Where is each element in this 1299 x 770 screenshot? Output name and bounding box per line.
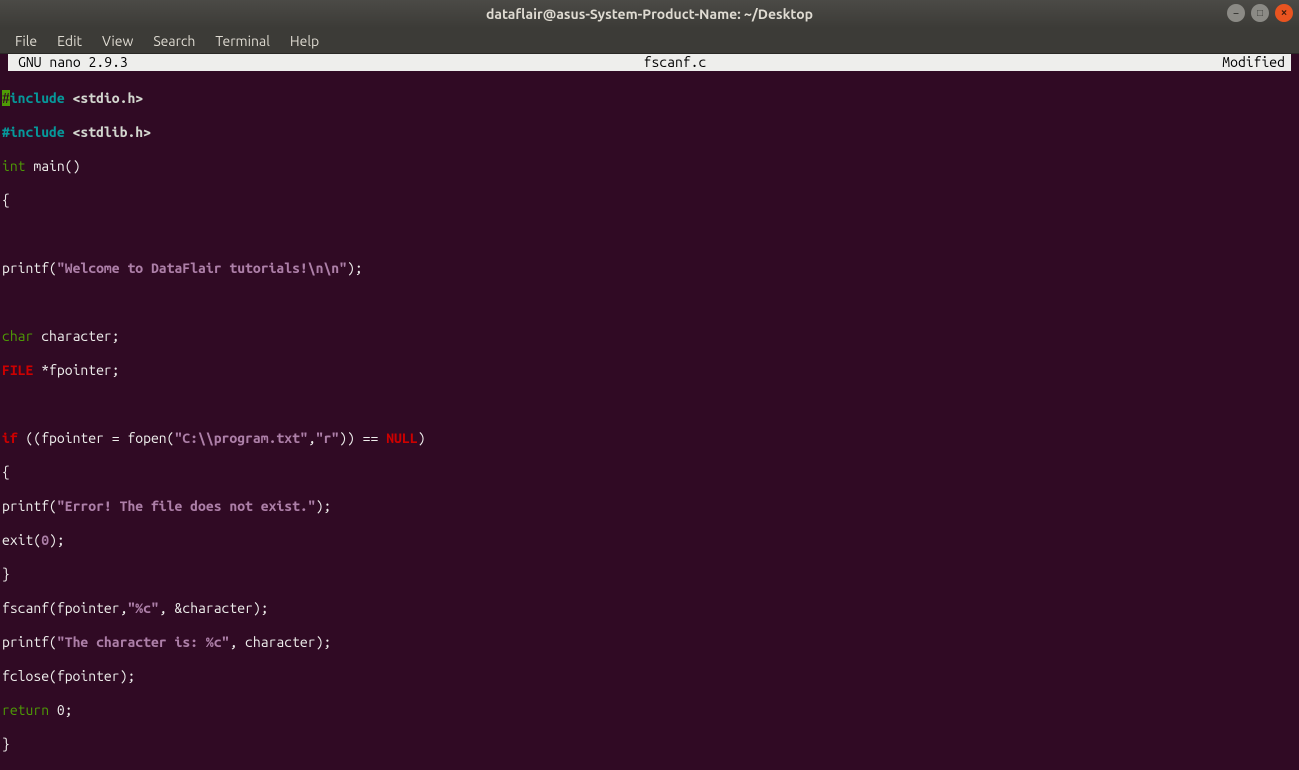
code-line: exit(0); [2,532,1297,549]
maximize-button[interactable]: □ [1251,4,1269,22]
code-line: char character; [2,328,1297,345]
window-titlebar: dataflair@asus-System-Product-Name: ~/De… [0,0,1299,28]
code-line: int main() [2,158,1297,175]
menu-edit[interactable]: Edit [48,30,91,52]
window-title: dataflair@asus-System-Product-Name: ~/De… [486,6,813,22]
nano-modified: Modified [1222,54,1289,71]
code-line: fscanf(fpointer,"%c", &character); [2,600,1297,617]
code-line: { [2,464,1297,481]
code-line: return 0; [2,702,1297,719]
code-line: { [2,192,1297,209]
menu-view[interactable]: View [93,30,142,52]
menu-help[interactable]: Help [281,30,328,52]
code-line: #include <stdlib.h> [2,124,1297,141]
nano-status-bar: GNU nano 2.9.3 fscanf.c Modified [8,54,1291,71]
editor-area[interactable]: #include <stdio.h> #include <stdlib.h> i… [0,71,1299,770]
code-line: printf("The character is: %c", character… [2,634,1297,651]
window-controls: – □ × [1227,4,1293,22]
close-button[interactable]: × [1275,4,1293,22]
menu-file[interactable]: File [6,30,46,52]
minimize-button[interactable]: – [1227,4,1245,22]
code-line: printf("Error! The file does not exist."… [2,498,1297,515]
menubar: File Edit View Search Terminal Help [0,28,1299,54]
menu-search[interactable]: Search [144,30,204,52]
cursor: # [2,90,10,106]
code-line: if ((fpointer = fopen("C:\\program.txt",… [2,430,1297,447]
code-line: FILE *fpointer; [2,362,1297,379]
nano-filename: fscanf.c [128,54,1223,71]
code-line [2,294,1297,311]
code-line: fclose(fpointer); [2,668,1297,685]
code-line [2,226,1297,243]
code-line: } [2,736,1297,753]
code-line: } [2,566,1297,583]
menu-terminal[interactable]: Terminal [206,30,279,52]
nano-version: GNU nano 2.9.3 [10,54,128,71]
code-line: printf("Welcome to DataFlair tutorials!\… [2,260,1297,277]
code-line: #include <stdio.h> [2,90,1297,107]
code-line [2,396,1297,413]
